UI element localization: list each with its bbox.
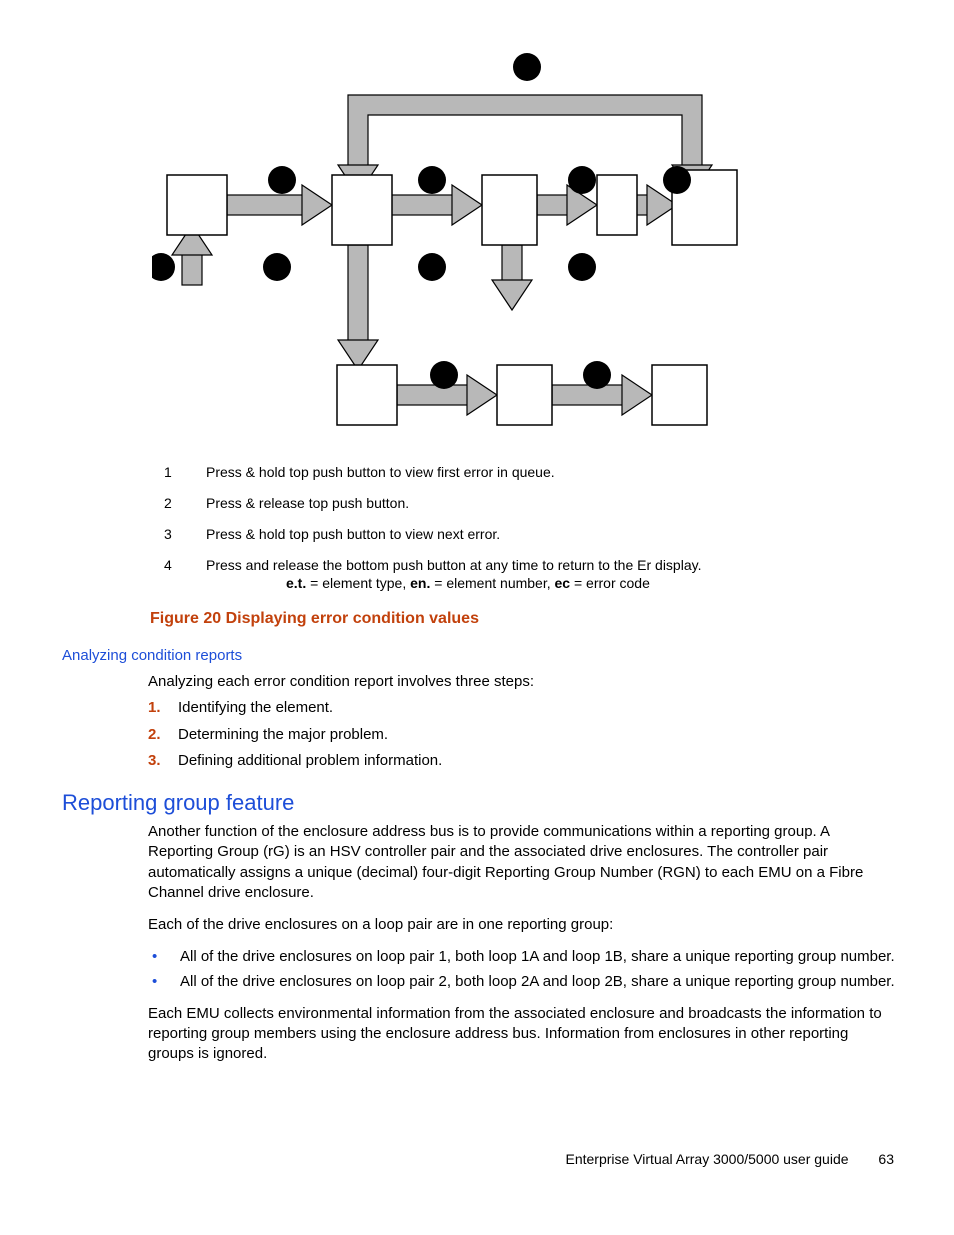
step-text: Press & hold top push button to view fir…: [206, 458, 701, 487]
list-item: All of the drive enclosures on loop pair…: [180, 972, 896, 992]
paragraph: Each of the drive enclosures on a loop p…: [148, 915, 896, 935]
error-flow-diagram: [152, 45, 740, 435]
step-num: 2: [164, 489, 204, 518]
ordered-list: 1.Identifying the element. 2.Determining…: [148, 698, 888, 771]
diagram-steps: 1Press & hold top push button to view fi…: [162, 456, 703, 582]
paragraph: Analyzing each error condition report in…: [148, 672, 888, 692]
list-item: Identifying the element.: [178, 698, 333, 718]
unordered-list: •All of the drive enclosures on loop pai…: [148, 947, 896, 992]
abbreviation-legend: e.t. = element type, en. = element numbe…: [286, 574, 650, 593]
list-item: Determining the major problem.: [178, 725, 388, 745]
page-number: 63: [878, 1150, 894, 1169]
step-text: Press & release top push button.: [206, 489, 701, 518]
section-heading: Reporting group feature: [62, 788, 294, 818]
subsection-heading: Analyzing condition reports: [62, 646, 242, 666]
step-text: Press & hold top push button to view nex…: [206, 520, 701, 549]
paragraph: Each EMU collects environmental informat…: [148, 1004, 896, 1065]
figure-caption: Figure 20 Displaying error condition val…: [150, 608, 479, 630]
footer-title: Enterprise Virtual Array 3000/5000 user …: [566, 1151, 849, 1167]
step-num: 1: [164, 458, 204, 487]
list-item: All of the drive enclosures on loop pair…: [180, 947, 896, 967]
step-num: 3: [164, 520, 204, 549]
step-num: 4: [164, 551, 204, 580]
list-item: Defining additional problem information.: [178, 751, 442, 771]
paragraph: Another function of the enclosure addres…: [148, 822, 896, 903]
page-footer: Enterprise Virtual Array 3000/5000 user …: [0, 1150, 894, 1169]
